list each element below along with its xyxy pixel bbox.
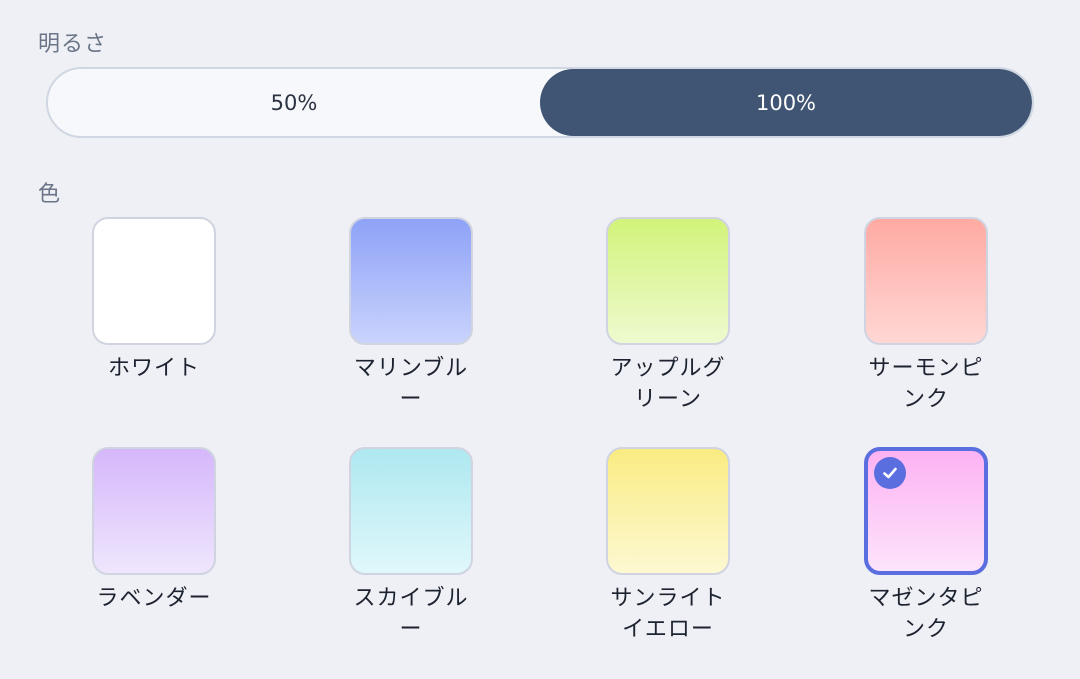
color-swatch-label: ラベンダー bbox=[96, 586, 212, 611]
color-swatch[interactable] bbox=[92, 447, 216, 575]
color-swatch[interactable] bbox=[864, 447, 988, 575]
color-option[interactable]: マゼンタピンク bbox=[826, 447, 1026, 645]
color-option[interactable]: スカイブルー bbox=[311, 447, 511, 645]
color-swatch[interactable] bbox=[92, 217, 216, 345]
color-option[interactable]: アップルグリーン bbox=[568, 217, 768, 415]
color-swatch-label: マゼンタピンク bbox=[868, 586, 984, 642]
color-swatch[interactable] bbox=[349, 217, 473, 345]
color-swatch-label: サンライトイエロー bbox=[610, 586, 726, 642]
brightness-label: 明るさ bbox=[38, 32, 108, 57]
brightness-option-100[interactable]: 100% bbox=[540, 69, 1032, 136]
color-option[interactable]: サーモンピンク bbox=[826, 217, 1026, 415]
color-swatch-label: サーモンピンク bbox=[868, 356, 984, 412]
color-option[interactable]: ホワイト bbox=[54, 217, 254, 384]
checkmark-icon bbox=[874, 457, 906, 489]
color-swatch-label: マリンブルー bbox=[353, 356, 469, 412]
color-label: 色 bbox=[38, 182, 62, 207]
color-swatch[interactable] bbox=[864, 217, 988, 345]
color-swatch-label: アップルグリーン bbox=[610, 356, 726, 412]
color-swatch[interactable] bbox=[606, 447, 730, 575]
brightness-option-50[interactable]: 50% bbox=[48, 69, 540, 136]
color-swatch[interactable] bbox=[349, 447, 473, 575]
color-swatch-label: スカイブルー bbox=[353, 586, 469, 642]
color-swatch-label: ホワイト bbox=[107, 356, 200, 381]
color-option[interactable]: サンライトイエロー bbox=[568, 447, 768, 645]
brightness-selector: 50% 100% bbox=[46, 67, 1034, 138]
color-option[interactable]: マリンブルー bbox=[311, 217, 511, 415]
color-option[interactable]: ラベンダー bbox=[54, 447, 254, 614]
color-swatch[interactable] bbox=[606, 217, 730, 345]
